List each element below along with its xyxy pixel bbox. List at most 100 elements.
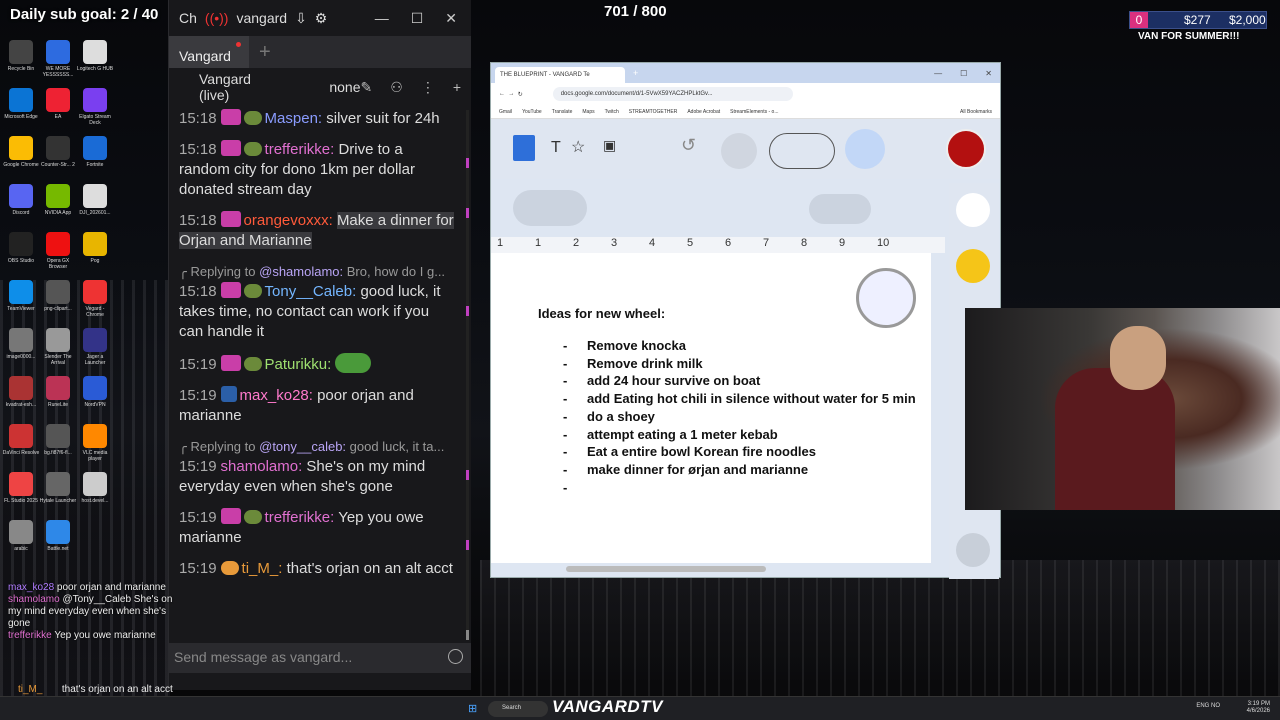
taskbar-search[interactable]: Search <box>488 701 548 717</box>
desktop-icon[interactable]: FL Studio 2025 <box>2 472 40 504</box>
emoji-icon[interactable] <box>448 649 463 664</box>
gear-icon[interactable]: ⚙ <box>315 10 328 27</box>
desktop-icon[interactable]: VLC media player <box>76 424 114 462</box>
desktop-icon[interactable]: Counter-Str... 2 <box>39 136 77 168</box>
bookmark-item[interactable]: STREAMTOGETHER <box>629 109 678 115</box>
app-icon <box>9 184 33 208</box>
desktop-icon[interactable]: Vegard - Chrome <box>76 280 114 318</box>
desktop-icon[interactable]: Pog <box>76 232 114 264</box>
account-avatar[interactable] <box>946 129 986 169</box>
chat-input[interactable]: Send message as vangard... <box>169 643 471 673</box>
maximize-button[interactable]: ☐ <box>960 69 967 78</box>
close-button[interactable]: ✕ <box>445 10 457 27</box>
msg-user[interactable]: orangevoxxx: <box>244 212 333 229</box>
all-bookmarks[interactable]: All Bookmarks <box>960 109 992 115</box>
desktop-icon[interactable]: DaVinci Resolve <box>2 424 40 456</box>
msg-time: 15:18 <box>179 141 217 158</box>
desktop-icon[interactable]: WE MORE YESSSSSS... <box>39 40 77 78</box>
expand-icon[interactable] <box>956 533 990 567</box>
users-icon[interactable]: ⚇ <box>390 79 403 96</box>
horizontal-scrollbar[interactable] <box>566 566 766 572</box>
plus-icon[interactable]: + <box>453 79 461 96</box>
desktop-icon[interactable]: NordVPN <box>76 376 114 408</box>
forward-icon[interactable]: → <box>508 91 514 97</box>
desktop-icon[interactable]: Fortnite <box>76 136 114 168</box>
desktop-icon[interactable]: Google Chrome <box>2 136 40 168</box>
download-icon[interactable]: ⇩ <box>295 10 307 27</box>
desktop-icon[interactable]: Battle.net <box>39 520 77 552</box>
desktop-icon[interactable]: Microsoft Edge <box>2 88 40 120</box>
desktop-icon[interactable]: Elgato Stream Deck <box>76 88 114 126</box>
desktop-icon[interactable]: png-clipart... <box>39 280 77 312</box>
editing-mode-button[interactable] <box>809 194 871 224</box>
desktop-icon[interactable]: host.devel... <box>76 472 114 504</box>
bookmark-item[interactable]: Maps <box>582 109 594 115</box>
bookmark-item[interactable]: Adobe Acrobat <box>687 109 720 115</box>
msg-user[interactable]: Tony__Caleb: <box>265 283 357 300</box>
desktop-icon[interactable]: Slender The Arrival <box>39 328 77 366</box>
desktop-icon-label: OBS Studio <box>7 258 35 264</box>
share-button[interactable] <box>845 129 885 169</box>
desktop-icon[interactable]: Hytale Launcher <box>39 472 77 504</box>
desktop-icon-label: TeamViewer <box>7 306 35 312</box>
desktop-icon[interactable]: Discord <box>2 184 40 216</box>
desktop-icon[interactable]: bg.fi87f6-fl... <box>39 424 77 456</box>
browser-tab[interactable]: THE BLUEPRINT - VANGARD Te <box>495 67 625 83</box>
msg-user[interactable]: shamolamo: <box>221 458 303 475</box>
desktop-icon[interactable]: image0000... <box>2 328 40 360</box>
docs-search-button[interactable] <box>513 190 587 226</box>
reload-icon[interactable]: ↻ <box>518 91 523 98</box>
bookmark-item[interactable]: YouTube <box>522 109 542 115</box>
star-icon[interactable]: ☆ <box>571 137 585 157</box>
desktop-icon[interactable]: RuneLite <box>39 376 77 408</box>
msg-user[interactable]: ti_M_: <box>242 560 283 577</box>
close-button[interactable]: ✕ <box>985 69 992 78</box>
bookmark-item[interactable]: Translate <box>552 109 573 115</box>
desktop-icon[interactable]: arabic <box>2 520 40 552</box>
language-indicator[interactable]: ENG NO <box>1196 703 1220 709</box>
back-icon[interactable]: ← <box>499 91 505 97</box>
url-field[interactable]: docs.google.com/document/d/1-5VwX59YACZH… <box>552 87 793 101</box>
tab-vangard[interactable]: Vangard <box>169 36 249 68</box>
desktop-icon[interactable]: Jager a Launcher <box>76 328 114 366</box>
keep-icon[interactable] <box>956 249 990 283</box>
clock[interactable]: 3:19 PM 4/6/2026 <box>1247 701 1270 715</box>
msg-user[interactable]: trefferikke: <box>265 141 335 158</box>
ruler-tick-label: 3 <box>611 237 618 249</box>
history-icon[interactable]: ↺ <box>681 135 696 156</box>
minimize-button[interactable]: — <box>375 10 389 27</box>
calendar-icon[interactable] <box>956 193 990 227</box>
bookmark-item[interactable]: Gmail <box>499 109 512 115</box>
bookmark-item[interactable]: Twitch <box>605 109 619 115</box>
webcam-feed <box>965 308 1280 510</box>
chat-scrollbar[interactable] <box>466 110 469 640</box>
folder-icon[interactable]: ▣ <box>603 137 616 154</box>
chat-mode[interactable]: none <box>329 79 360 95</box>
new-tab-button[interactable]: + <box>633 68 638 78</box>
msg-user[interactable]: max_ko28: <box>240 387 313 404</box>
bookmark-item[interactable]: StreamElements - o... <box>730 109 778 115</box>
doc-list-item: add Eating hot chili in silence without … <box>563 390 916 408</box>
desktop-icon[interactable]: Recycle Bin <box>2 40 40 72</box>
more-icon[interactable]: ⋮ <box>421 79 435 96</box>
desktop-icon[interactable]: Logitech G HUB <box>76 40 114 72</box>
windows-icon[interactable]: ⊞ <box>468 702 477 715</box>
pencil-icon[interactable]: ✎ <box>361 79 373 96</box>
meet-button[interactable] <box>769 133 835 169</box>
desktop-icon[interactable]: kvadrat-esh... <box>2 376 40 408</box>
add-tab-button[interactable]: + <box>259 41 271 64</box>
maximize-button[interactable]: ☐ <box>411 10 424 27</box>
desktop-icon[interactable]: EA <box>39 88 77 120</box>
desktop-icon[interactable]: OBS Studio <box>2 232 40 264</box>
desktop-icon[interactable]: TeamViewer <box>2 280 40 312</box>
text-icon[interactable]: T <box>551 139 561 157</box>
minimize-button[interactable]: — <box>934 69 942 78</box>
docs-logo-icon[interactable] <box>513 135 535 161</box>
desktop-icon[interactable]: NVIDIA App <box>39 184 77 216</box>
desktop-icon[interactable]: Opera GX Browser <box>39 232 77 270</box>
msg-user[interactable]: trefferikke: <box>265 509 335 526</box>
msg-user[interactable]: Paturikku: <box>265 356 332 373</box>
msg-user[interactable]: Maspen: <box>265 110 323 127</box>
doc-list-item: add 24 hour survive on boat <box>563 372 916 390</box>
desktop-icon[interactable]: DJI_202601... <box>76 184 114 216</box>
